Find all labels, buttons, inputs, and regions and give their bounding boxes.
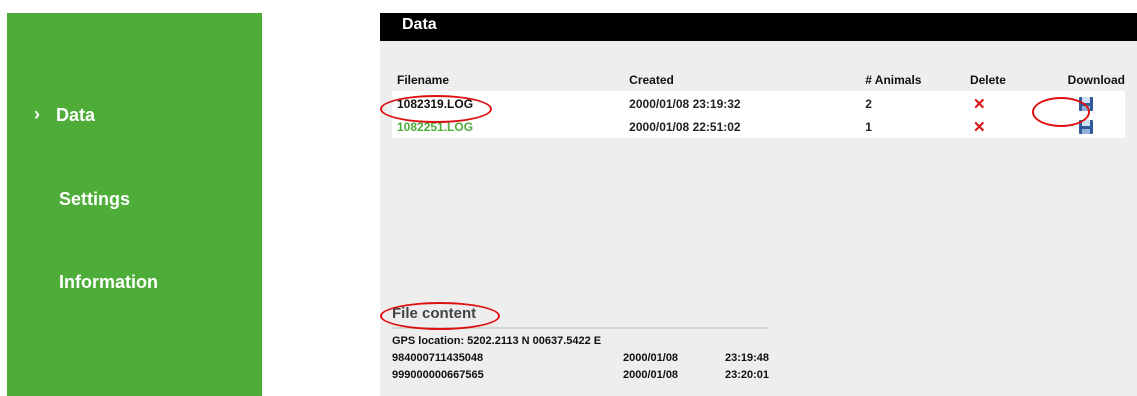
created-cell: 2000/01/08 23:19:32 [624,91,861,115]
created-cell: 2000/01/08 22:51:02 [624,115,861,138]
entry-date: 2000/01/08 [623,352,679,364]
floppy-disk-icon[interactable] [1078,119,1093,134]
filename-link[interactable]: 1082319.LOG [397,97,473,111]
main-panel: Data Filename Created # Animals Delete D… [380,13,1137,396]
sidebar-item-information[interactable]: Information [59,272,158,293]
gps-location: GPS location: 5202.2113 N 00637.5422 E [392,335,602,347]
column-header-delete: Delete [964,68,1063,92]
delete-cell: ✕ [964,115,1063,138]
download-cell [1062,115,1125,138]
entry-time: 23:20:01 [725,369,770,381]
filename-cell: 1082251.LOG [392,115,625,138]
files-table: Filename Created # Animals Delete Downlo… [392,68,1125,138]
table-row: 1082251.LOG 2000/01/08 22:51:02 1 ✕ [392,115,1125,138]
download-cell [1062,91,1125,115]
title-bar: Data [380,13,1137,41]
filename-link[interactable]: 1082251.LOG [397,120,473,134]
column-header-animals: # Animals [860,68,965,92]
entry-id: 999000000667565 [392,369,484,381]
page-title: Data [402,16,437,33]
file-content-divider [392,327,767,329]
floppy-disk-icon[interactable] [1078,96,1093,111]
x-icon[interactable]: ✕ [973,96,986,113]
table-header-row: Filename Created # Animals Delete Downlo… [392,68,1125,92]
entry-id: 984000711435048 [392,352,484,364]
animals-cell: 1 [860,115,965,138]
sidebar-item-label: Information [59,272,158,292]
file-content-title: File content [392,305,477,322]
delete-cell: ✕ [964,91,1063,115]
entry-time: 23:19:48 [725,352,770,364]
column-header-download: Download [1062,68,1125,92]
sidebar: › Data Settings Information [7,13,262,396]
x-icon[interactable]: ✕ [973,119,986,136]
filename-cell: 1082319.LOG [392,91,625,115]
sidebar-item-label: Data [56,105,96,125]
chevron-right-icon: › [34,104,40,124]
column-header-filename: Filename [392,68,625,92]
column-header-created: Created [624,68,861,92]
sidebar-item-label: Settings [59,189,131,209]
entry-date: 2000/01/08 [623,369,679,381]
table-row: 1082319.LOG 2000/01/08 23:19:32 2 ✕ [392,91,1125,115]
sidebar-item-data[interactable]: › Data [34,104,96,126]
sidebar-item-settings[interactable]: Settings [59,189,130,210]
animals-cell: 2 [860,91,965,115]
